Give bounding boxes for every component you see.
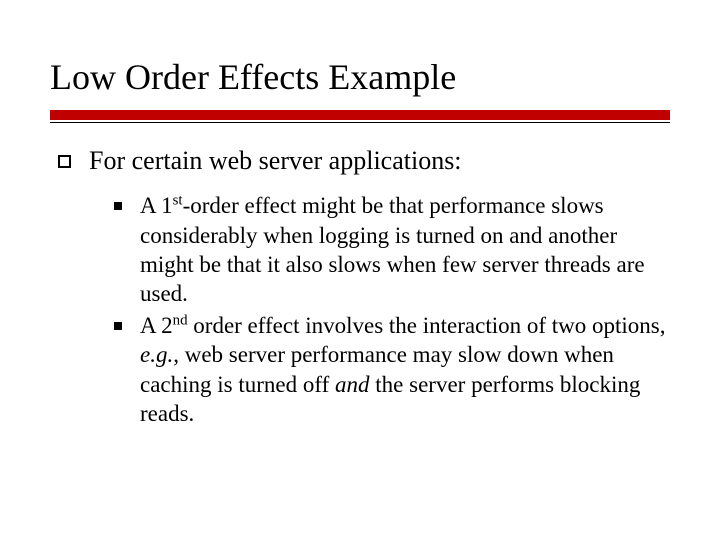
lvl1-text: For certain web server applications: [89,145,462,178]
list-item: A 1st-order effect might be that perform… [114,191,670,309]
slide-title: Low Order Effects Example [50,58,670,98]
title-rule-thin [50,122,670,123]
slide: Low Order Effects Example For certain we… [0,0,720,540]
slide-content: For certain web server applications: A 1… [50,145,670,429]
hollow-square-bullet-icon [58,155,71,168]
bullet-1-text: A 1st-order effect might be that perform… [140,191,670,309]
title-rule-red [50,110,670,120]
list-item: For certain web server applications: [58,145,670,178]
bullet-2-text: A 2nd order effect involves the interact… [140,311,670,429]
list-item: A 2nd order effect involves the interact… [114,311,670,429]
solid-square-bullet-icon [114,202,122,210]
solid-square-bullet-icon [114,322,122,330]
sublist: A 1st-order effect might be that perform… [114,191,670,429]
